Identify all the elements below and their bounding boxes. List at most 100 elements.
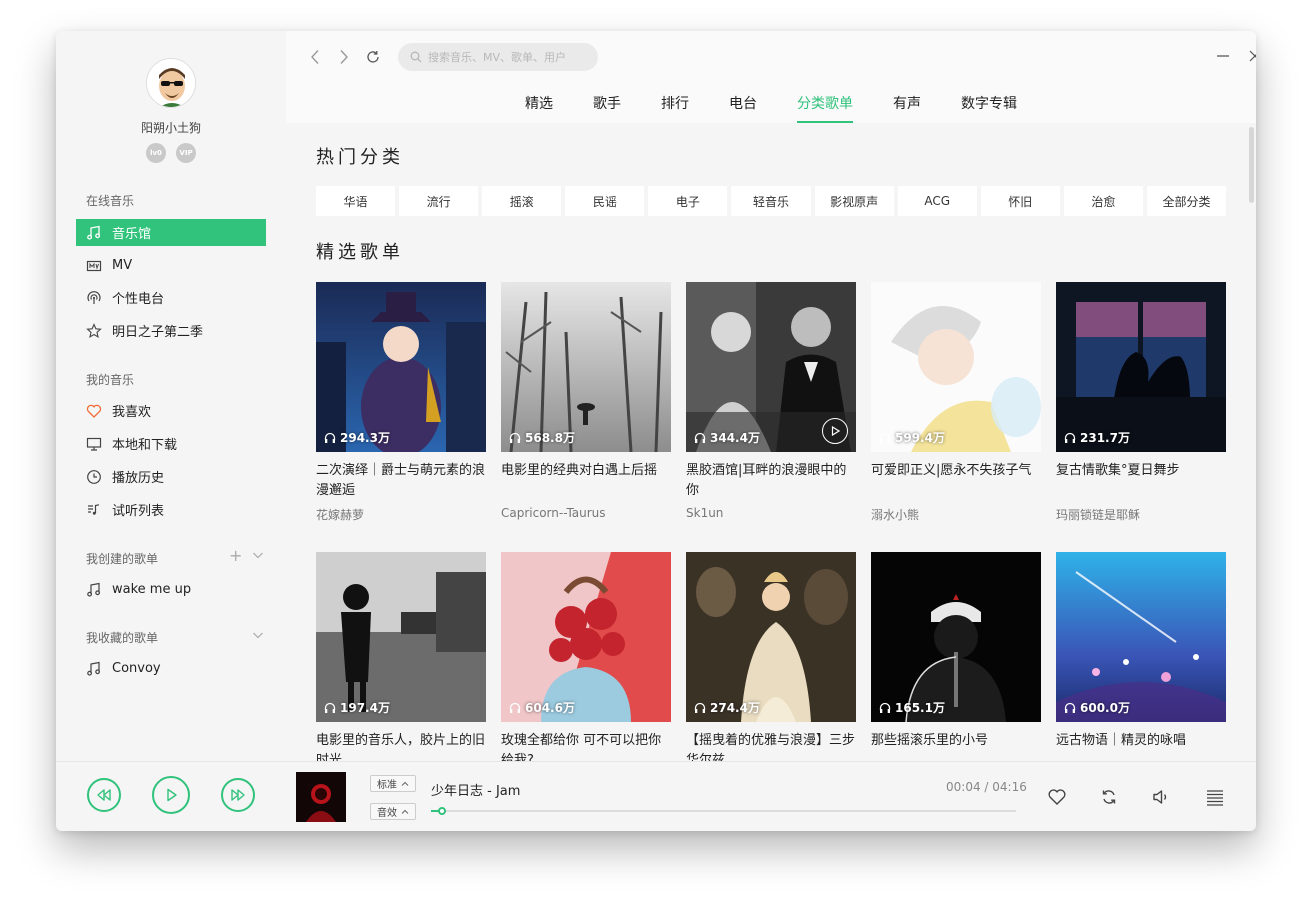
avatar[interactable] [146, 58, 196, 108]
sidebar-item-label: 本地和下载 [112, 438, 178, 453]
playlist-card[interactable]: 600.0万 远古物语｜精灵的咏唱 [1056, 552, 1226, 761]
category-chip[interactable]: 怀旧 [980, 186, 1060, 216]
playlist-title[interactable]: 可爱即正义|愿永不失孩子气 [871, 461, 1041, 501]
playlist-card[interactable]: 568.8万 电影里的经典对白遇上后摇 Capricorn--Taurus [501, 282, 671, 520]
like-button[interactable] [1046, 786, 1068, 808]
effect-select[interactable]: 音效 [370, 803, 416, 820]
sidebar-item-local[interactable]: 本地和下载 [76, 430, 266, 457]
playlist-cover[interactable]: 274.4万 [686, 552, 856, 722]
playlist-author[interactable]: Capricorn--Taurus [501, 506, 671, 520]
sidebar-item-history[interactable]: 播放历史 [76, 463, 266, 490]
vip-badge-icon[interactable]: VIP [176, 143, 196, 163]
playlist-cover[interactable]: 231.7万 [1056, 282, 1226, 452]
playlist-cover[interactable]: 294.3万 [316, 282, 486, 452]
sidebar-item-trial-list[interactable]: 试听列表 [76, 496, 266, 523]
loop-mode-button[interactable] [1098, 786, 1120, 808]
now-playing-title[interactable]: 少年日志 - Jam [431, 780, 520, 799]
sidebar-item-mv[interactable]: MV [76, 252, 266, 279]
playlist-card[interactable]: 294.3万 二次演绎｜爵士与萌元素的浪漫邂逅 花嫁赫萝 [316, 282, 486, 523]
tab-category-playlists[interactable]: 分类歌单 [797, 93, 853, 123]
now-playing-cover[interactable] [296, 772, 346, 822]
volume-button[interactable] [1150, 786, 1172, 808]
content-area: 热门分类 华语 流行 摇滚 民谣 电子 轻音乐 影视原声 ACG 怀旧 治愈 全… [316, 123, 1226, 761]
category-chip[interactable]: 摇滚 [482, 186, 562, 216]
tab-audio[interactable]: 有声 [893, 93, 921, 123]
tab-charts[interactable]: 排行 [661, 93, 689, 123]
play-count: 231.7万 [1064, 429, 1130, 446]
star-icon [86, 322, 102, 339]
playlist-title[interactable]: 那些摇滚乐里的小号 [871, 731, 1041, 761]
category-chip[interactable]: 电子 [648, 186, 728, 216]
tab-radio[interactable]: 电台 [729, 93, 757, 123]
playlist-title[interactable]: 二次演绎｜爵士与萌元素的浪漫邂逅 [316, 461, 486, 501]
chevron-down-icon[interactable] [252, 626, 264, 645]
playlist-card[interactable]: 274.4万 【摇曳着的优雅与浪漫】三步华尔兹 [686, 552, 856, 761]
tab-singers[interactable]: 歌手 [593, 93, 621, 123]
category-chip[interactable]: 民谣 [565, 186, 645, 216]
search-input[interactable]: 搜索音乐、MV、歌单、用户 [398, 43, 598, 71]
play-count: 600.0万 [1064, 699, 1130, 716]
tab-featured[interactable]: 精选 [525, 93, 553, 123]
previous-icon [97, 789, 111, 801]
refresh-icon[interactable] [363, 47, 383, 67]
play-button[interactable] [152, 776, 190, 814]
playlist-cover[interactable]: 600.0万 [1056, 552, 1226, 722]
sidebar-item-music-hall[interactable]: 音乐馆 [76, 219, 266, 246]
sidebar-item-favorites[interactable]: 我喜欢 [76, 397, 266, 424]
category-chip[interactable]: 治愈 [1063, 186, 1143, 216]
play-overlay-icon[interactable] [822, 418, 848, 444]
playlist-card[interactable]: 197.4万 电影里的音乐人，胶片上的旧时光 [316, 552, 486, 761]
back-arrow-icon[interactable] [305, 47, 325, 67]
playlist-title[interactable]: 黑胶酒馆|耳畔的浪漫眼中的你 [686, 461, 856, 501]
playlist-card[interactable]: 231.7万 复古情歌集°夏日舞步 玛丽锁链是耶稣 [1056, 282, 1226, 523]
category-chip[interactable]: 华语 [316, 186, 396, 216]
username[interactable]: 阳朔小土狗 [56, 119, 286, 136]
previous-button[interactable] [87, 778, 121, 812]
sidebar-item-radio[interactable]: 个性电台 [76, 284, 266, 311]
category-chip[interactable]: 流行 [399, 186, 479, 216]
forward-arrow-icon[interactable] [334, 47, 354, 67]
playlist-cover[interactable]: 197.4万 [316, 552, 486, 722]
playlist-card[interactable]: 344.4万 黑胶酒馆|耳畔的浪漫眼中的你 Sk1un [686, 282, 856, 520]
playlist-card[interactable]: 599.4万 可爱即正义|愿永不失孩子气 溺水小熊 [871, 282, 1041, 523]
playlist-title[interactable]: 玫瑰全都给你 可不可以把你给我? [501, 731, 671, 761]
playlist-cover[interactable]: 344.4万 [686, 282, 856, 452]
playlist-card[interactable]: 165.1万 那些摇滚乐里的小号 [871, 552, 1041, 761]
playlist-title[interactable]: 远古物语｜精灵的咏唱 [1056, 731, 1226, 761]
playlist-cover[interactable]: 165.1万 [871, 552, 1041, 722]
playlist-author[interactable]: Sk1un [686, 506, 856, 520]
playlist-title[interactable]: 电影里的音乐人，胶片上的旧时光 [316, 731, 486, 761]
add-playlist-icon[interactable]: + [229, 546, 242, 565]
playlist-cover[interactable]: 599.4万 [871, 282, 1041, 452]
playlist-author[interactable]: 溺水小熊 [871, 506, 1041, 523]
playlist-queue-button[interactable] [1204, 786, 1226, 808]
scrollbar[interactable] [1249, 127, 1254, 203]
close-icon[interactable] [1244, 45, 1256, 67]
play-count: 604.6万 [509, 699, 575, 716]
chevron-down-icon[interactable] [252, 546, 264, 565]
progress-handle[interactable] [438, 807, 446, 815]
category-chip-all[interactable]: 全部分类 [1146, 186, 1226, 216]
category-chip[interactable]: ACG [897, 186, 977, 216]
tab-digital-albums[interactable]: 数字专辑 [961, 93, 1017, 123]
playlist-cover[interactable]: 604.6万 [501, 552, 671, 722]
playlist-author[interactable]: 玛丽锁链是耶稣 [1056, 506, 1226, 523]
sidebar-item-tomorrow[interactable]: 明日之子第二季 [76, 317, 266, 344]
playlist-card[interactable]: 604.6万 玫瑰全都给你 可不可以把你给我? [501, 552, 671, 761]
playlist-title[interactable]: 复古情歌集°夏日舞步 [1056, 461, 1226, 501]
sidebar-item-convoy[interactable]: Convoy [76, 655, 266, 682]
level-badge-icon[interactable]: lv0 [146, 143, 166, 163]
sidebar-item-wake-me-up[interactable]: wake me up [76, 576, 266, 603]
category-chip[interactable]: 影视原声 [814, 186, 894, 216]
headphones-icon [879, 432, 891, 443]
sidebar-item-label: 播放历史 [112, 471, 165, 486]
playlist-title[interactable]: 【摇曳着的优雅与浪漫】三步华尔兹 [686, 731, 856, 761]
playlist-title[interactable]: 电影里的经典对白遇上后摇 [501, 461, 671, 501]
minimize-icon[interactable] [1212, 45, 1234, 67]
next-button[interactable] [221, 778, 255, 812]
playlist-author[interactable]: 花嫁赫萝 [316, 506, 486, 523]
category-chip[interactable]: 轻音乐 [731, 186, 811, 216]
quality-select[interactable]: 标准 [370, 775, 416, 792]
progress-bar[interactable] [431, 807, 1016, 815]
playlist-cover[interactable]: 568.8万 [501, 282, 671, 452]
